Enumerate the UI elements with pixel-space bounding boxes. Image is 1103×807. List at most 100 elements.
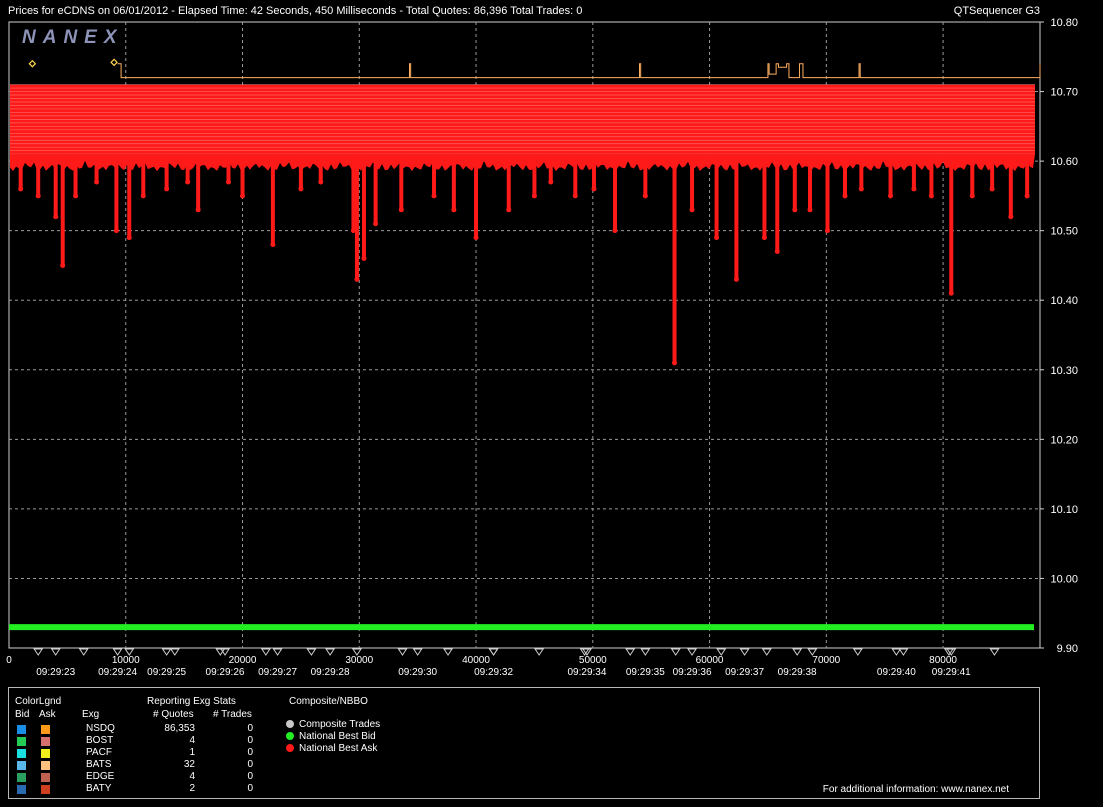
ask-spike-point bbox=[73, 193, 79, 199]
time-marker bbox=[852, 648, 863, 656]
x-tick-label: 70000 bbox=[812, 655, 840, 666]
chart-header-title: Prices for eCDNS on 06/01/2012 - Elapsed… bbox=[8, 5, 582, 17]
trade-count: 0 bbox=[247, 723, 253, 734]
x-tick-label: 30000 bbox=[345, 655, 373, 666]
national-best-ask-band bbox=[10, 84, 1035, 172]
ask-spike-point bbox=[226, 179, 232, 185]
time-marker bbox=[640, 648, 651, 656]
time-marker bbox=[488, 648, 499, 656]
nsdq-ask-line bbox=[117, 63, 1041, 79]
ask-color-swatch bbox=[41, 773, 50, 782]
time-label: 09:29:34 bbox=[567, 667, 606, 678]
ask-spike-point bbox=[531, 193, 537, 199]
composite-item: National Best Bid bbox=[286, 731, 376, 743]
ask-spike-point bbox=[185, 179, 191, 185]
quote-count: 2 bbox=[189, 783, 195, 794]
ask-color-swatch bbox=[41, 737, 50, 746]
time-label: 09:29:26 bbox=[206, 667, 245, 678]
nsdq-ask-path bbox=[117, 63, 1041, 79]
trade-count: 0 bbox=[247, 759, 253, 770]
composite-item: Composite Trades bbox=[286, 719, 380, 731]
exchange-name: BATS bbox=[86, 759, 112, 770]
quote-count: 1 bbox=[189, 747, 195, 758]
ask-spike-point bbox=[60, 262, 66, 268]
ask-color-swatch bbox=[41, 785, 50, 794]
exchange-row: BATS 32 0 bbox=[9, 759, 289, 771]
time-marker bbox=[397, 648, 408, 656]
ask-spike-point bbox=[35, 193, 41, 199]
ask-spike-point bbox=[888, 193, 894, 199]
bid-color-swatch bbox=[17, 761, 26, 770]
ask-spike-point bbox=[761, 235, 767, 241]
footer-info: For additional information: www.nanex.ne… bbox=[822, 784, 1009, 795]
time-label: 09:29:40 bbox=[877, 667, 916, 678]
time-label: 09:29:41 bbox=[932, 667, 971, 678]
quote-count: 4 bbox=[189, 771, 195, 782]
time-marker bbox=[898, 648, 909, 656]
nanex-logo: NANEX bbox=[22, 27, 124, 48]
ask-spike-point bbox=[928, 193, 934, 199]
time-marker bbox=[272, 648, 283, 656]
ask-spike-point bbox=[733, 276, 739, 282]
exchange-row: BATY 2 0 bbox=[9, 783, 289, 795]
bid-color-swatch bbox=[17, 725, 26, 734]
x-tick-label: 10000 bbox=[112, 655, 140, 666]
exchange-row: PACF 1 0 bbox=[9, 747, 289, 759]
composite-dot-icon bbox=[286, 720, 294, 728]
time-label: 09:29:28 bbox=[311, 667, 350, 678]
trade-count: 0 bbox=[247, 771, 253, 782]
time-marker bbox=[161, 648, 172, 656]
ask-spike-point bbox=[1008, 214, 1014, 220]
time-marker bbox=[50, 648, 61, 656]
marker-diamond bbox=[28, 59, 37, 68]
time-marker bbox=[443, 648, 453, 656]
time-label: 09:29:30 bbox=[398, 667, 437, 678]
exchange-row: NSDQ 86,353 0 bbox=[9, 723, 289, 735]
ask-spike-point bbox=[824, 228, 830, 234]
x-axis-ticks: 0 10000 20000 30000 40000 50000 60000 70000 8000… bbox=[6, 655, 957, 666]
exchange-name: NSDQ bbox=[86, 723, 115, 734]
y-tick-label: 10.10 bbox=[1050, 504, 1078, 516]
bid-color-swatch bbox=[17, 737, 26, 746]
y-tick-label: 10.40 bbox=[1050, 295, 1078, 307]
time-label: 09:29:27 bbox=[258, 667, 297, 678]
time-label: 09:29:35 bbox=[626, 667, 665, 678]
ask-spike-point bbox=[689, 207, 695, 213]
quote-count: 86,353 bbox=[164, 723, 195, 734]
ask-color-swatch bbox=[41, 761, 50, 770]
bid-column-header: Bid bbox=[15, 709, 30, 720]
ask-spike-point bbox=[842, 193, 848, 199]
y-tick-label: 10.30 bbox=[1050, 365, 1078, 377]
quote-count: 4 bbox=[189, 735, 195, 746]
ask-column-header: Ask bbox=[39, 709, 56, 720]
ask-spike-point bbox=[714, 235, 720, 241]
time-marker bbox=[260, 648, 271, 656]
ask-spike-point bbox=[989, 186, 995, 192]
ask-spike-point bbox=[672, 360, 678, 366]
time-label: 09:29:32 bbox=[474, 667, 513, 678]
exchange-name: BOST bbox=[86, 735, 114, 746]
bid-color-swatch bbox=[17, 773, 26, 782]
exchange-name: EDGE bbox=[86, 771, 115, 782]
ask-spike-point bbox=[195, 207, 201, 213]
y-tick-label: 10.60 bbox=[1050, 156, 1078, 168]
ask-color-swatch bbox=[41, 749, 50, 758]
ask-spike-point bbox=[612, 228, 618, 234]
time-axis-labels: 09:29:23 09:29:24 09:29:25 09:29:26 09:29:27… bbox=[33, 648, 1000, 678]
ask-spike-point bbox=[240, 193, 246, 199]
legend-panel: ColorLgnd Bid Ask Exg Reporting Exg Stat… bbox=[8, 687, 1040, 799]
ask-spike-point bbox=[164, 186, 170, 192]
composite-label: National Best Ask bbox=[299, 743, 378, 754]
ask-spike-point bbox=[270, 242, 276, 248]
time-marker bbox=[412, 648, 423, 656]
quote-count: 32 bbox=[183, 759, 195, 770]
ask-spike-point bbox=[318, 179, 324, 185]
ask-spike-point bbox=[361, 255, 367, 261]
composite-dot-icon bbox=[286, 744, 294, 752]
y-tick-label: 10.00 bbox=[1050, 573, 1078, 585]
national-best-ask-spikes bbox=[18, 154, 1030, 366]
ask-spike-point bbox=[858, 186, 864, 192]
ask-spike-point bbox=[431, 193, 437, 199]
time-label: 09:29:38 bbox=[778, 667, 817, 678]
trade-count: 0 bbox=[247, 747, 253, 758]
